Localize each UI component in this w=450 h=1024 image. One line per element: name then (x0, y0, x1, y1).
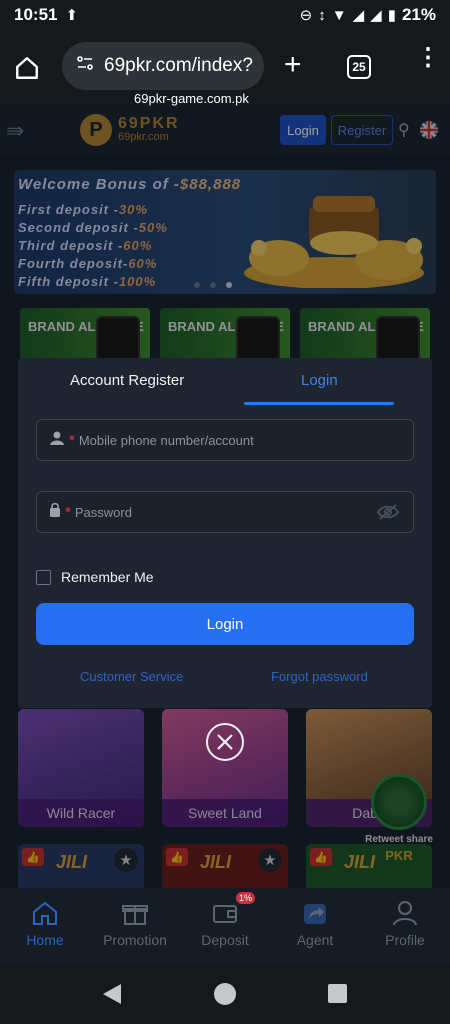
signal-icon-2: ◢ (370, 7, 382, 24)
deposit-badge: 1% (236, 892, 256, 904)
password-field[interactable]: * (36, 491, 414, 533)
tab-login[interactable]: Login (301, 372, 338, 389)
modal-tabs: Account Register Login (18, 358, 432, 408)
password-input[interactable] (74, 504, 335, 520)
nav-home[interactable]: Home (0, 888, 90, 964)
close-icon[interactable] (206, 723, 244, 761)
upload-icon: ⬆ (65, 7, 79, 24)
nav-agent[interactable]: Agent (270, 888, 360, 964)
nav-label: Profile (385, 932, 425, 948)
remember-me[interactable]: Remember Me (36, 569, 154, 585)
wallet-icon (213, 905, 237, 923)
status-time: 10:51 (14, 5, 58, 24)
wifi-icon: ▼ (331, 6, 347, 24)
home-nav-icon (33, 901, 57, 925)
url-text: 69pkr.com/index? (104, 55, 253, 76)
address-bar[interactable]: 69pkr.com/index? (62, 42, 264, 90)
forgot-password-link[interactable]: Forgot password (271, 669, 368, 684)
login-modal: Account Register Login * * Remember Me L… (18, 358, 432, 708)
active-tab-indicator (244, 402, 394, 405)
required-marker: * (69, 431, 75, 449)
battery-percent: 21% (401, 5, 436, 24)
recents-icon[interactable] (328, 984, 347, 1003)
signal-icon: ◢ (352, 7, 365, 24)
bottom-nav: Home Promotion 1% Deposit Agent Profile (0, 888, 450, 964)
site-settings-icon[interactable] (76, 54, 94, 78)
nav-profile[interactable]: Profile (360, 888, 450, 964)
home-circle-icon[interactable] (214, 983, 236, 1005)
login-button[interactable]: Login (36, 603, 414, 645)
status-bar: 10:51 ⬆ ⊖ ↕ ▼ ◢ ◢ ▮ 21% (0, 0, 450, 30)
account-input[interactable] (78, 432, 339, 448)
nav-promotion[interactable]: Promotion (90, 888, 180, 964)
nav-deposit[interactable]: 1% Deposit (180, 888, 270, 964)
required-marker: * (65, 503, 71, 521)
new-tab-icon[interactable]: + (284, 50, 302, 80)
nav-label: Home (26, 932, 64, 948)
nav-label: Promotion (103, 932, 167, 948)
home-icon[interactable] (14, 55, 40, 81)
nav-label: Deposit (201, 932, 249, 948)
user-icon (393, 901, 417, 926)
share-arrow-icon (304, 904, 326, 924)
back-icon[interactable] (103, 984, 121, 1004)
lock-icon (49, 502, 61, 522)
eye-hidden-icon[interactable] (376, 503, 400, 526)
customer-service-link[interactable]: Customer Service (80, 669, 183, 684)
remember-checkbox[interactable] (36, 569, 51, 585)
tab-switcher-button[interactable]: 25 (347, 55, 371, 79)
gift-icon (122, 905, 148, 925)
tab-account-register[interactable]: Account Register (70, 372, 184, 389)
battery-icon: ▮ (387, 7, 396, 24)
more-menu-icon[interactable]: ⋮ (416, 46, 440, 70)
remember-label: Remember Me (61, 569, 154, 585)
account-field[interactable]: * (36, 419, 414, 461)
status-icons: ⊖ ↕ ▼ ◢ ◢ ▮ 21% (300, 5, 436, 25)
dnd-icon: ⊖ (299, 7, 313, 24)
vibrate-icon: ↕ (318, 6, 326, 24)
url-tooltip: 69pkr-game.com.pk (130, 91, 253, 106)
user-icon (49, 431, 65, 450)
nav-label: Agent (296, 932, 334, 948)
system-nav-bar (0, 964, 450, 1024)
